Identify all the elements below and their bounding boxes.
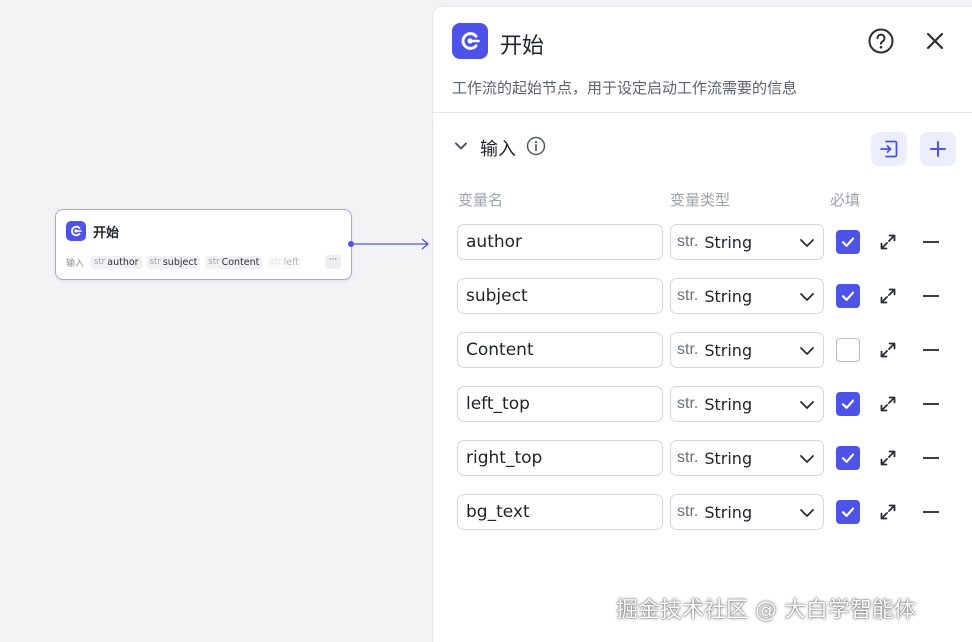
chevron-down-icon[interactable] xyxy=(452,137,470,159)
required-checkbox[interactable] xyxy=(836,500,860,524)
start-icon xyxy=(66,221,86,241)
chevron-down-icon xyxy=(800,293,814,301)
column-header-type: 变量类型 xyxy=(670,191,731,209)
variable-row: str. String xyxy=(433,494,972,530)
expand-icon[interactable] xyxy=(878,286,898,306)
chip-name: subject xyxy=(162,256,198,268)
variable-name-input[interactable] xyxy=(457,278,663,314)
chevron-down-icon xyxy=(800,347,814,355)
node-header: 开始 xyxy=(66,221,119,241)
variable-type-select[interactable]: str. String xyxy=(670,494,824,530)
type-value: String xyxy=(704,340,753,360)
section-title: 输入 xyxy=(480,139,516,160)
check-icon xyxy=(841,237,855,247)
help-icon[interactable] xyxy=(867,27,895,55)
remove-variable-button[interactable] xyxy=(923,403,939,405)
remove-variable-button[interactable] xyxy=(923,349,939,351)
node-title: 开始 xyxy=(93,225,120,241)
node-input-chip: str Content xyxy=(205,255,263,269)
chevron-down-icon xyxy=(800,239,814,247)
variable-name-input[interactable] xyxy=(457,386,663,422)
type-value: String xyxy=(704,286,753,306)
node-more-button[interactable]: ··· xyxy=(325,255,341,269)
add-variable-button[interactable] xyxy=(920,132,956,166)
remove-variable-button[interactable] xyxy=(923,511,939,513)
chip-type: str xyxy=(94,257,106,267)
input-section-header: 输入 xyxy=(452,135,546,161)
type-value: String xyxy=(704,394,753,414)
import-button[interactable] xyxy=(871,132,907,166)
variable-type-select[interactable]: str. String xyxy=(670,440,824,476)
start-icon xyxy=(452,23,488,59)
remove-variable-button[interactable] xyxy=(923,295,939,297)
variable-row: str. String xyxy=(433,440,972,476)
type-prefix: str. xyxy=(677,287,699,304)
variable-name-input[interactable] xyxy=(457,440,663,476)
panel-description: 工作流的起始节点，用于设定启动工作流需要的信息 xyxy=(452,79,798,97)
required-checkbox[interactable] xyxy=(836,446,860,470)
node-settings-panel: 开始 工作流的起始节点，用于设定启动工作流需要的信息 输入 变量名 变量类型 必… xyxy=(432,6,972,642)
column-header-name: 变量名 xyxy=(458,191,504,209)
chip-name: left xyxy=(283,256,300,268)
required-checkbox[interactable] xyxy=(836,284,860,308)
variable-type-select[interactable]: str. String xyxy=(670,224,824,260)
chevron-down-icon xyxy=(800,455,814,463)
type-value: String xyxy=(704,448,753,468)
remove-variable-button[interactable] xyxy=(923,457,939,459)
plus-icon xyxy=(930,141,946,157)
type-prefix: str. xyxy=(677,503,699,520)
chevron-down-icon xyxy=(800,401,814,409)
variable-name-input[interactable] xyxy=(457,224,663,260)
chevron-down-icon xyxy=(800,509,814,517)
type-prefix: str. xyxy=(677,449,699,466)
required-checkbox[interactable] xyxy=(836,338,860,362)
node-inputs: 输入 str author str subject str Content str le… xyxy=(66,254,341,270)
node-input-chip: str subject xyxy=(146,255,201,269)
check-icon xyxy=(841,453,855,463)
variable-row: str. String xyxy=(433,386,972,422)
expand-icon[interactable] xyxy=(878,502,898,522)
start-node[interactable]: 开始 输入 str author str subject str Content st… xyxy=(55,209,352,280)
variable-type-select[interactable]: str. String xyxy=(670,278,824,314)
type-prefix: str. xyxy=(677,341,699,358)
variable-row: str. String xyxy=(433,278,972,314)
variable-row: str. String xyxy=(433,224,972,260)
variable-name-input[interactable] xyxy=(457,332,663,368)
variable-name-input[interactable] xyxy=(457,494,663,530)
chip-type: str xyxy=(149,257,161,267)
type-prefix: str. xyxy=(677,395,699,412)
required-checkbox[interactable] xyxy=(836,392,860,416)
chip-type: str xyxy=(208,257,220,267)
node-inputs-label: 输入 xyxy=(66,258,85,269)
type-value: String xyxy=(704,502,753,522)
expand-icon[interactable] xyxy=(878,232,898,252)
expand-icon[interactable] xyxy=(878,448,898,468)
chip-name: author xyxy=(107,256,139,268)
chip-type: str xyxy=(270,257,282,267)
info-icon[interactable] xyxy=(526,136,546,160)
check-icon xyxy=(841,507,855,517)
node-input-chip: str author xyxy=(91,255,142,269)
close-icon[interactable] xyxy=(921,27,949,55)
check-icon xyxy=(841,399,855,409)
import-icon xyxy=(880,140,898,158)
connection-edge xyxy=(354,238,430,250)
column-header-required: 必填 xyxy=(830,191,861,209)
chip-name: Content xyxy=(221,256,260,268)
variable-type-select[interactable]: str. String xyxy=(670,332,824,368)
node-input-chip: str left xyxy=(267,255,303,269)
type-value: String xyxy=(704,232,753,252)
panel-title: 开始 xyxy=(500,34,545,59)
type-prefix: str. xyxy=(677,233,699,250)
remove-variable-button[interactable] xyxy=(923,241,939,243)
variable-row: str. String xyxy=(433,332,972,368)
check-icon xyxy=(841,291,855,301)
watermark: 掘金技术社区 @ 大白学智能体 xyxy=(616,598,916,623)
required-checkbox[interactable] xyxy=(836,230,860,254)
variable-type-select[interactable]: str. String xyxy=(670,386,824,422)
divider xyxy=(433,112,972,113)
expand-icon[interactable] xyxy=(878,340,898,360)
expand-icon[interactable] xyxy=(878,394,898,414)
